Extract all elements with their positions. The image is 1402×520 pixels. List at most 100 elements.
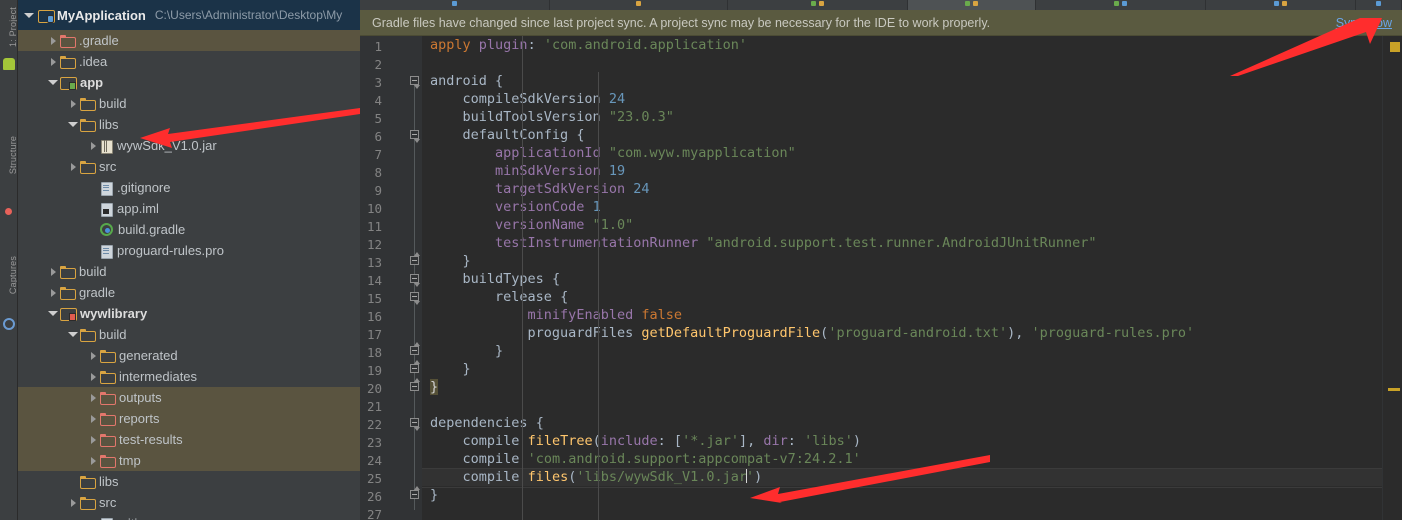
code-line[interactable]: android { xyxy=(422,72,1382,90)
tree-item-.gradle[interactable]: .gradle xyxy=(18,30,360,51)
code-line[interactable]: } xyxy=(422,342,1382,360)
rail-item-structure[interactable]: Structure xyxy=(8,120,17,190)
code-line[interactable]: minSdkVersion 19 xyxy=(422,162,1382,180)
code-line[interactable]: } xyxy=(422,486,1382,504)
tree-item-app.iml[interactable]: app.iml xyxy=(18,198,360,219)
expand-arrow[interactable] xyxy=(66,332,80,337)
tree-item-tmp[interactable]: tmp xyxy=(18,450,360,471)
code-line[interactable]: dependencies { xyxy=(422,414,1382,432)
code-line[interactable]: buildTypes { xyxy=(422,270,1382,288)
tree-item-.gitignore[interactable]: .gitignore xyxy=(18,177,360,198)
tree-item-outputs[interactable]: outputs xyxy=(18,387,360,408)
fold-toggle[interactable] xyxy=(410,126,421,144)
fold-toggle[interactable] xyxy=(410,378,421,396)
tree-item-.idea[interactable]: .idea xyxy=(18,51,360,72)
code-line[interactable] xyxy=(422,396,1382,414)
code-line[interactable]: } xyxy=(422,360,1382,378)
editor-tab-active[interactable] xyxy=(908,0,1036,10)
code-line[interactable]: compile files('libs/wywSdk_V1.0.jar') xyxy=(422,468,1402,488)
code-editor[interactable]: 1 2 3 4 5 6 7 8 9 10 11 12 13 14 15 16 17 18 19 20 21 22 23 24 2… xyxy=(360,36,1402,520)
code-line[interactable]: minifyEnabled false xyxy=(422,306,1382,324)
code-area[interactable]: apply plugin: 'com.android.application' a… xyxy=(422,36,1402,520)
tree-item-build[interactable]: build xyxy=(18,324,360,345)
fold-toggle[interactable] xyxy=(410,270,421,288)
expand-arrow[interactable] xyxy=(86,414,100,423)
editor-tab[interactable] xyxy=(1206,0,1356,10)
code-line[interactable]: release { xyxy=(422,288,1382,306)
code-line[interactable]: versionCode 1 xyxy=(422,198,1382,216)
expand-arrow[interactable] xyxy=(46,311,60,316)
tree-item-wywlibrary[interactable]: wywlibrary xyxy=(18,303,360,324)
fold-toggle[interactable] xyxy=(410,342,421,360)
marker-gutter[interactable] xyxy=(1382,36,1402,520)
expand-arrow[interactable] xyxy=(46,267,60,276)
editor-tab[interactable] xyxy=(1036,0,1206,10)
code-line[interactable]: compile fileTree(include: ['*.jar'], dir… xyxy=(422,432,1382,450)
project-tree[interactable]: MyApplication C:\Users\Administrator\Desk… xyxy=(18,0,360,520)
expand-arrow[interactable] xyxy=(86,393,100,402)
rail-item-captures[interactable]: Captures xyxy=(8,240,17,310)
editor-tab[interactable] xyxy=(360,0,550,10)
tree-item-app[interactable]: app xyxy=(18,72,360,93)
code-line[interactable]: testInstrumentationRunner "android.suppo… xyxy=(422,234,1382,252)
expand-arrow[interactable] xyxy=(46,36,60,45)
tree-item-gradle[interactable]: gradle xyxy=(18,282,360,303)
expand-arrow[interactable] xyxy=(66,162,80,171)
editor-tab[interactable] xyxy=(728,0,908,10)
code-line[interactable] xyxy=(422,54,1382,72)
code-line[interactable]: compileSdkVersion 24 xyxy=(422,90,1382,108)
tree-item-generated[interactable]: generated xyxy=(18,345,360,366)
fold-toggle[interactable] xyxy=(410,360,421,378)
editor-tab[interactable] xyxy=(1356,0,1402,10)
tree-item-reports[interactable]: reports xyxy=(18,408,360,429)
code-line[interactable]: proguardFiles getDefaultProguardFile('pr… xyxy=(422,324,1382,342)
project-header[interactable]: MyApplication C:\Users\Administrator\Desk… xyxy=(18,0,360,30)
code-line[interactable]: } xyxy=(422,252,1382,270)
code-line[interactable]: buildToolsVersion "23.0.3" xyxy=(422,108,1382,126)
project-tool-window[interactable]: MyApplication C:\Users\Administrator\Desk… xyxy=(18,0,360,520)
tree-item-proguard-rules.pro[interactable]: proguard-rules.pro xyxy=(18,240,360,261)
code-line[interactable]: targetSdkVersion 24 xyxy=(422,180,1382,198)
tree-item-wywsdk-v1.0.jar[interactable]: wywSdk_V1.0.jar xyxy=(18,135,360,156)
code-line[interactable]: versionName "1.0" xyxy=(422,216,1382,234)
expand-arrow[interactable] xyxy=(66,99,80,108)
tree-item-libs[interactable]: libs xyxy=(18,114,360,135)
expand-arrow[interactable] xyxy=(66,122,80,127)
left-tool-rail[interactable]: 1: Project Structure Captures xyxy=(0,0,18,520)
code-analysis-marker[interactable] xyxy=(1390,42,1400,52)
expand-arrow[interactable] xyxy=(46,288,60,297)
tree-item-intermediates[interactable]: intermediates xyxy=(18,366,360,387)
expand-arrow[interactable] xyxy=(23,12,38,18)
fold-toggle[interactable] xyxy=(410,288,421,306)
tree-item-src[interactable]: src xyxy=(18,492,360,513)
editor-gutter[interactable]: 1 2 3 4 5 6 7 8 9 10 11 12 13 14 15 16 17 18 19 20 21 22 23 24 2… xyxy=(360,36,422,520)
fold-toggle[interactable] xyxy=(410,72,421,90)
tree-item-build[interactable]: build xyxy=(18,261,360,282)
expand-arrow[interactable] xyxy=(46,57,60,66)
code-line[interactable]: apply plugin: 'com.android.application' xyxy=(422,36,1382,54)
expand-arrow[interactable] xyxy=(86,351,100,360)
code-line[interactable] xyxy=(422,504,1382,520)
tree-item-build.gradle[interactable]: build.gradle xyxy=(18,219,360,240)
expand-arrow[interactable] xyxy=(86,372,100,381)
rail-item-project[interactable]: 1: Project xyxy=(8,0,17,62)
sync-now-link[interactable]: Sync Now xyxy=(1336,16,1392,30)
tree-item-.gitignore[interactable]: .gitignore xyxy=(18,513,360,520)
editor-tab[interactable] xyxy=(550,0,728,10)
expand-arrow[interactable] xyxy=(66,498,80,507)
expand-arrow[interactable] xyxy=(86,435,100,444)
expand-arrow[interactable] xyxy=(46,80,60,85)
code-line[interactable]: } xyxy=(422,378,1382,396)
editor-tab-strip[interactable] xyxy=(360,0,1402,10)
tree-item-src[interactable]: src xyxy=(18,156,360,177)
code-analysis-marker[interactable] xyxy=(1388,388,1400,391)
fold-toggle[interactable] xyxy=(410,252,421,270)
tree-item-libs[interactable]: libs xyxy=(18,471,360,492)
fold-toggle[interactable] xyxy=(410,414,421,432)
code-line[interactable]: compile 'com.android.support:appcompat-v… xyxy=(422,450,1382,468)
tree-item-test-results[interactable]: test-results xyxy=(18,429,360,450)
tree-item-build[interactable]: build xyxy=(18,93,360,114)
code-line[interactable]: applicationId "com.wyw.myapplication" xyxy=(422,144,1382,162)
expand-arrow[interactable] xyxy=(86,456,100,465)
code-line[interactable]: defaultConfig { xyxy=(422,126,1382,144)
